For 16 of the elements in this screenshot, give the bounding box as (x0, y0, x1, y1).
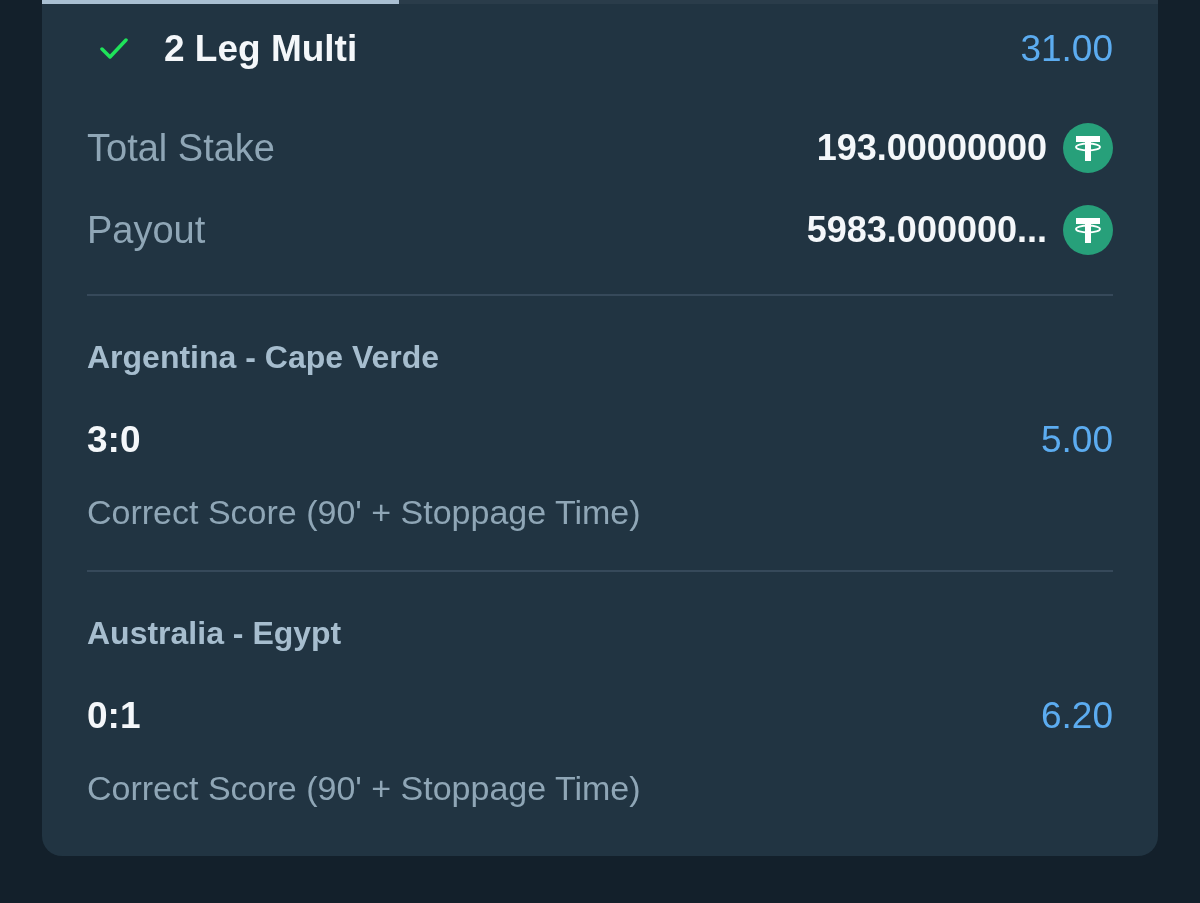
match-name: Australia - Egypt (87, 614, 342, 653)
match-name: Argentina - Cape Verde (87, 338, 440, 377)
selection-score: 3:0 (87, 419, 141, 461)
market-name: Correct Score (90' + Stoppage Time) (87, 492, 641, 533)
selection-score: 0:1 (87, 695, 141, 737)
summary-amount: 193.00000000 (816, 127, 1047, 169)
summary-label: Payout (87, 208, 206, 252)
leg-odds: 5.00 (1041, 419, 1113, 461)
coin-icon (1063, 205, 1113, 255)
market-name: Correct Score (90' + Stoppage Time) (87, 768, 641, 809)
summary-label: Total Stake (87, 126, 275, 170)
total-odds: 31.00 (1020, 28, 1113, 70)
coin-icon (1063, 123, 1113, 173)
summary-amount: 5983.000000... (806, 209, 1047, 251)
bet-title: 2 Leg Multi (164, 28, 358, 70)
leg-odds: 6.20 (1041, 695, 1113, 737)
